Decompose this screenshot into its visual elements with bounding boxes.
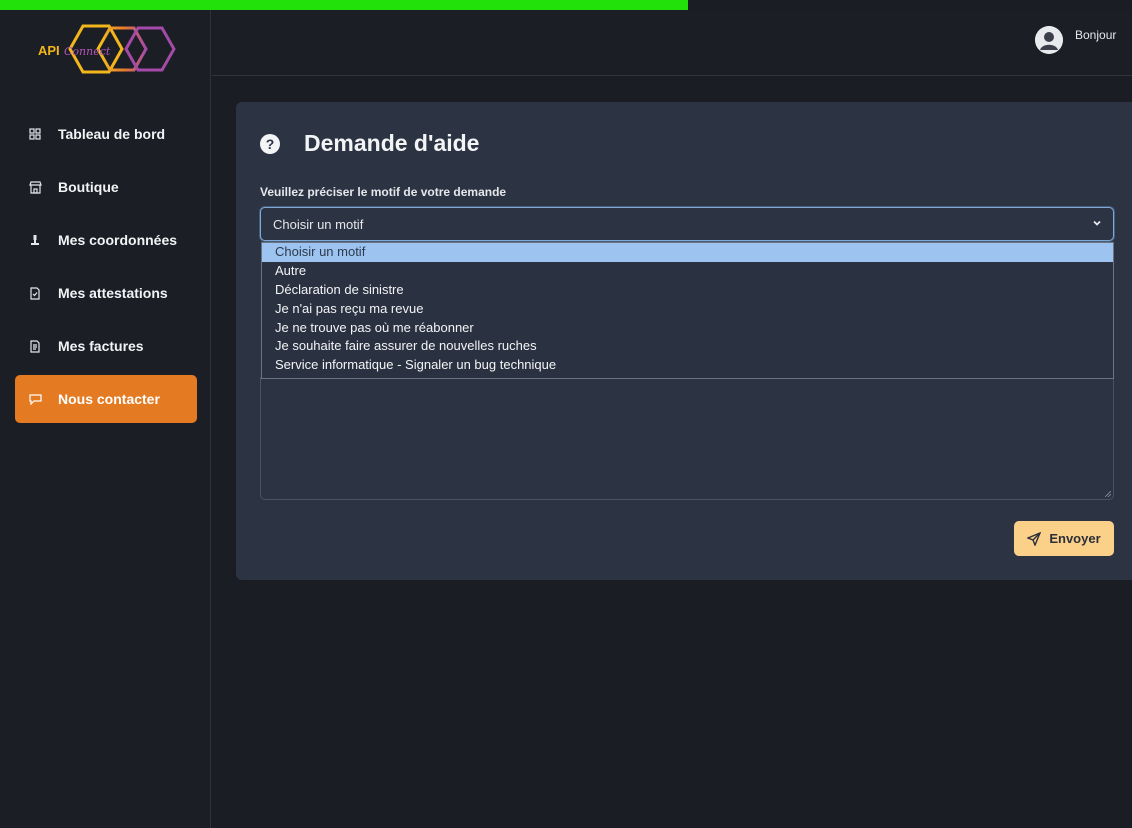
sidebar-item-label: Tableau de bord <box>58 126 166 142</box>
paper-plane-icon <box>1027 531 1042 546</box>
sidebar-item-nous-contacter[interactable]: Nous contacter <box>15 375 197 423</box>
top-header: Bonjour <box>212 10 1132 76</box>
top-strip <box>0 0 688 10</box>
send-button-label: Envoyer <box>1049 531 1101 546</box>
greeting-text: Bonjour <box>1075 28 1117 42</box>
sidebar-item-label: Mes coordonnées <box>58 232 178 248</box>
chat-icon <box>27 391 43 407</box>
dropdown-option[interactable]: Je souhaite faire assurer de nouvelles r… <box>262 337 1113 356</box>
dropdown-option[interactable]: Je n'ai pas reçu ma revue <box>262 300 1113 319</box>
sidebar-item-label: Nous contacter <box>58 391 160 407</box>
store-icon <box>27 179 43 195</box>
chevron-down-icon <box>1093 220 1101 226</box>
page-title: ? Demande d'aide <box>260 130 479 157</box>
sidebar-nav: Tableau de bord Boutique Mes coordonnées… <box>15 110 197 428</box>
sidebar-item-mes-factures[interactable]: Mes factures <box>15 322 197 370</box>
dropdown-option[interactable]: Autre <box>262 262 1113 281</box>
question-circle-icon: ? <box>260 133 280 154</box>
user-avatar-icon[interactable] <box>1035 26 1063 54</box>
motif-label: Veuillez préciser le motif de votre dema… <box>260 185 507 199</box>
logo-text-connect: Connect <box>64 45 111 58</box>
sidebar: API Connect Tableau de bord Boutique Mes… <box>0 10 211 828</box>
invoice-icon <box>27 338 43 354</box>
sidebar-item-label: Mes attestations <box>58 285 168 301</box>
motif-dropdown-list: Choisir un motif Autre Déclaration de si… <box>261 242 1114 379</box>
user-icon <box>27 232 43 248</box>
motif-select[interactable]: Choisir un motif <box>260 207 1114 241</box>
dropdown-option[interactable]: Déclaration de sinistre <box>262 281 1113 300</box>
api-connect-logo[interactable]: API Connect <box>30 18 180 80</box>
sidebar-item-mes-coordonnees[interactable]: Mes coordonnées <box>15 216 197 264</box>
document-icon <box>27 285 43 301</box>
sidebar-item-label: Boutique <box>58 179 119 195</box>
motif-select-value: Choisir un motif <box>273 216 364 232</box>
logo-text-api: API <box>38 43 60 58</box>
sidebar-item-label: Mes factures <box>58 338 144 354</box>
send-button[interactable]: Envoyer <box>1014 521 1114 556</box>
sidebar-item-tableau-de-bord[interactable]: Tableau de bord <box>15 110 197 158</box>
dropdown-option[interactable]: Je ne trouve pas où me réabonner <box>262 319 1113 338</box>
dropdown-option[interactable]: Choisir un motif <box>262 243 1113 262</box>
sidebar-item-mes-attestations[interactable]: Mes attestations <box>15 269 197 317</box>
dropdown-option[interactable]: Service informatique - Signaler un bug t… <box>262 356 1113 375</box>
sidebar-item-boutique[interactable]: Boutique <box>15 163 197 211</box>
dashboard-icon <box>27 126 43 142</box>
page-title-text: Demande d'aide <box>304 130 480 156</box>
resize-handle-icon[interactable] <box>1105 491 1111 497</box>
message-textarea[interactable] <box>260 377 1114 500</box>
